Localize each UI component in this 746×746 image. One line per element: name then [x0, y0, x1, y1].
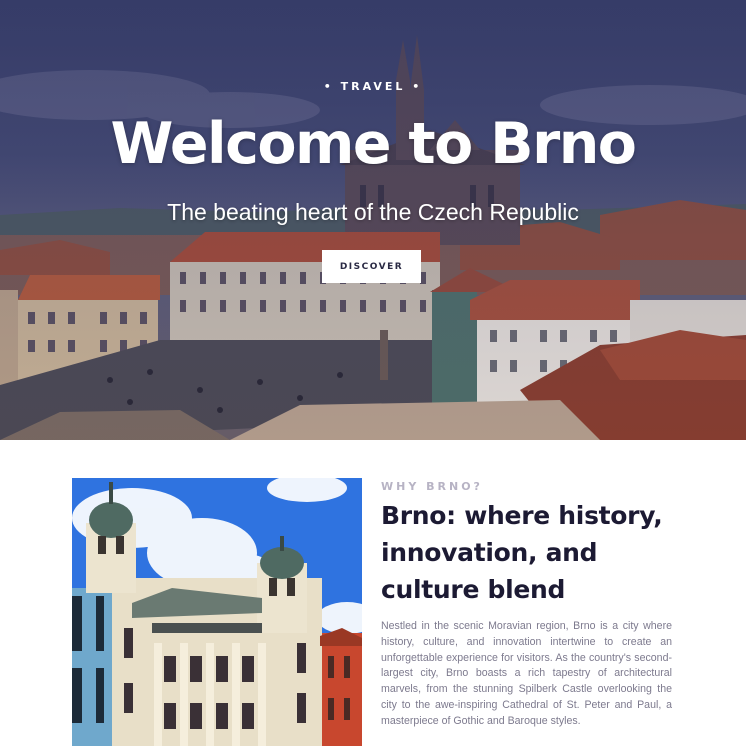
discover-button[interactable]: DISCOVER: [322, 250, 421, 283]
section-body-text: Nestled in the scenic Moravian region, B…: [381, 620, 672, 727]
hero-eyebrow: • TRAVEL •: [323, 80, 423, 93]
hero-section: • TRAVEL • Welcome to Brno The beating h…: [0, 0, 746, 440]
about-image: [72, 478, 362, 746]
section-title: Brno: where history, innovation, and cul…: [381, 501, 663, 604]
section-eyebrow: WHY BRNO?: [381, 480, 483, 493]
historic-building-image: [72, 478, 362, 746]
hero-title: Welcome to Brno: [110, 111, 637, 177]
hero-subtitle: The beating heart of the Czech Republic: [167, 199, 579, 225]
